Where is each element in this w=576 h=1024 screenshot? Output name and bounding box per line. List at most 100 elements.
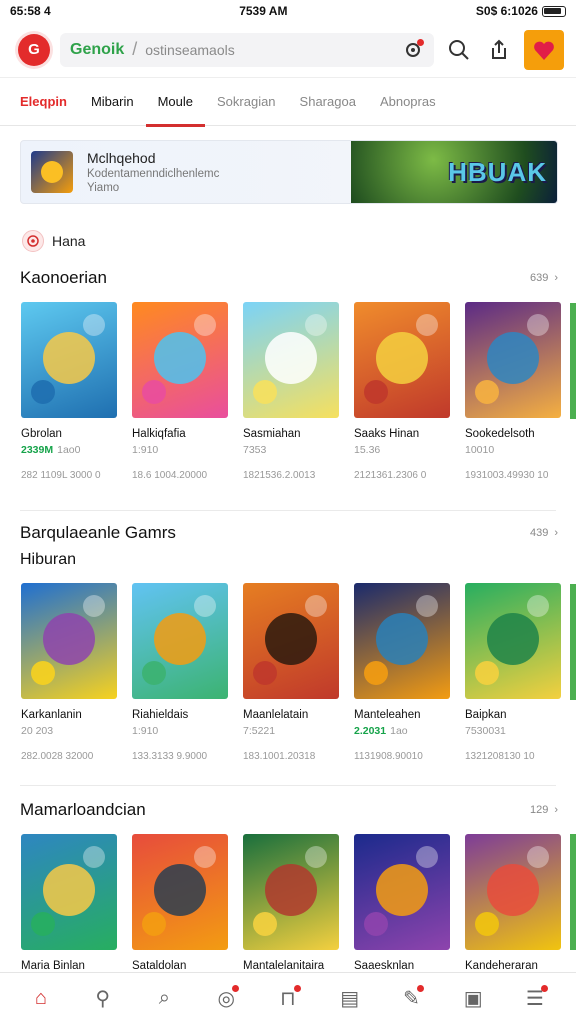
game-thumbnail[interactable] <box>243 834 339 950</box>
section-2: Mamarloandcian 129 › Maria Binlan Sataldolan… <box>0 800 576 972</box>
nav-search-icon[interactable]: ⌕ <box>146 981 182 1017</box>
nav-library-icon[interactable]: ▣ <box>455 981 491 1017</box>
game-stat-secondary: 1:910 <box>132 725 159 737</box>
game-thumbnail[interactable] <box>354 302 450 418</box>
banner-line3: Yiamo <box>87 182 120 194</box>
banner-thumbnail <box>31 151 73 193</box>
game-thumbnail[interactable] <box>465 834 561 950</box>
game-thumbnail[interactable] <box>465 583 561 699</box>
chip-label: Hana <box>52 233 86 249</box>
section-more-link[interactable]: 639 › <box>530 272 558 284</box>
section-1: Barqulaeanle Gamrs 439 › Hiburan Karkanlanin… <box>0 523 576 762</box>
game-card[interactable]: Sookedelsoth 10010 1931003.49930 10 <box>465 302 561 481</box>
game-title: Kandeheraran <box>465 960 538 972</box>
game-meta: 10010 <box>465 444 561 456</box>
tab-2[interactable]: Moule <box>145 78 206 127</box>
next-card-peek <box>570 834 576 950</box>
nav-edit-icon[interactable]: ✎ <box>393 981 429 1017</box>
game-card[interactable]: Riahieldais 1:910 133.3133 9.9000 <box>132 583 228 762</box>
nav-search-alt-icon[interactable]: ⚲ <box>85 981 121 1017</box>
chevron-right-icon: › <box>554 272 558 284</box>
game-card-row: Gbrolan 2339M 1ao0 282 1109L 3000 0 Halkiqfa… <box>0 302 576 481</box>
nav-home-icon[interactable]: ⌂ <box>23 981 59 1017</box>
status-left: 65:58 4 <box>10 4 51 18</box>
game-extra: 282 1109L 3000 0 <box>21 470 101 481</box>
game-meta: 20 203 <box>21 725 117 737</box>
game-thumbnail[interactable] <box>243 583 339 699</box>
game-card[interactable]: Maria Binlan <box>21 834 117 972</box>
game-thumbnail[interactable] <box>354 834 450 950</box>
search-bar[interactable]: Genoik / ostinseamaols <box>60 32 434 67</box>
game-stat-secondary: 7530031 <box>465 725 506 737</box>
game-card[interactable]: Sasmiahan 7353 1821536.2.0013 <box>243 302 339 481</box>
game-card[interactable]: Mantalelanitaira <box>243 834 339 972</box>
game-title: Halkiqfafia <box>132 428 186 440</box>
game-title: Manteleahen <box>354 709 421 721</box>
game-card[interactable]: Maanlelatain 7:5221 183.1001.20318 <box>243 583 339 762</box>
game-title: Riahieldais <box>132 709 189 721</box>
game-meta: 7:5221 <box>243 725 339 737</box>
nav-menu-icon[interactable]: ☰ <box>517 981 553 1017</box>
game-thumbnail[interactable] <box>21 834 117 950</box>
game-thumbnail[interactable] <box>21 583 117 699</box>
notification-badge <box>293 984 301 992</box>
game-extra: 1931003.49930 10 <box>465 470 549 481</box>
game-card[interactable]: Sataldolan <box>132 834 228 972</box>
gift-button[interactable] <box>524 29 564 70</box>
tab-0[interactable]: Eleqpin <box>16 78 79 126</box>
tab-4[interactable]: Sharagoa <box>288 78 368 126</box>
nav-games-icon[interactable]: ◎ <box>208 981 244 1017</box>
app-logo-icon[interactable]: G <box>18 33 50 66</box>
game-card-row: Karkanlanin 20 203 282.0028 32000 Riahielda… <box>0 583 576 762</box>
tab-3[interactable]: Sokragian <box>205 78 288 126</box>
game-card[interactable]: Karkanlanin 20 203 282.0028 32000 <box>21 583 117 762</box>
game-title: Maanlelatain <box>243 709 309 721</box>
banner-subtitle: Kodentamenndiclhenlemc <box>87 168 220 180</box>
voice-search-icon[interactable] <box>402 38 424 61</box>
game-title: Mantalelanitaira <box>243 960 325 972</box>
section-more-link[interactable]: 129 › <box>530 804 558 816</box>
game-card[interactable]: Manteleahen 2.2031 1ao 1131908.90010 <box>354 583 450 762</box>
game-card[interactable]: Kandeheraran <box>465 834 561 972</box>
banner-ad-image[interactable]: HBUAK <box>351 141 557 203</box>
game-card[interactable]: Saaesknlan <box>354 834 450 972</box>
game-card[interactable]: Baipkan 7530031 1321208130 10 <box>465 583 561 762</box>
game-card[interactable]: Halkiqfafia 1:910 18.6 1004.20000 <box>132 302 228 481</box>
next-card-peek <box>570 584 576 700</box>
tab-5[interactable]: Abnopras <box>368 78 448 126</box>
section-divider <box>20 510 556 511</box>
section-header: Barqulaeanle Gamrs 439 › <box>0 523 576 543</box>
banner-info: Mclhqehod Kodentamenndiclhenlemc Yiamo <box>21 141 351 203</box>
chevron-right-icon: › <box>554 527 558 539</box>
category-tabs: Eleqpin Mibarin Moule Sokragian Sharagoa… <box>0 78 576 127</box>
share-icon[interactable] <box>484 35 514 65</box>
game-stat-secondary: 7:5221 <box>243 725 276 737</box>
brand-name: Genoik <box>70 40 125 58</box>
game-thumbnail[interactable] <box>132 302 228 418</box>
search-input[interactable]: ostinseamaols <box>145 42 394 58</box>
game-extra: 2121361.2306 0 <box>354 470 427 481</box>
game-thumbnail[interactable] <box>465 302 561 418</box>
nav-news-icon[interactable]: ▤ <box>332 981 368 1017</box>
section-more-link[interactable]: 439 › <box>530 527 558 539</box>
notification-badge <box>417 984 425 992</box>
game-meta: 2.2031 1ao <box>354 725 450 737</box>
game-title: Karkanlanin <box>21 709 82 721</box>
game-thumbnail[interactable] <box>132 583 228 699</box>
filter-chip[interactable]: Hana <box>22 230 576 252</box>
promo-banner[interactable]: Mclhqehod Kodentamenndiclhenlemc Yiamo H… <box>20 140 558 204</box>
tab-1[interactable]: Mibarin <box>79 78 146 126</box>
game-thumbnail[interactable] <box>354 583 450 699</box>
game-thumbnail[interactable] <box>243 302 339 418</box>
game-thumbnail[interactable] <box>132 834 228 950</box>
section-header: Mamarloandcian 129 › <box>0 800 576 820</box>
game-thumbnail[interactable] <box>21 302 117 418</box>
game-meta: 7530031 <box>465 725 561 737</box>
game-card[interactable]: Gbrolan 2339M 1ao0 282 1109L 3000 0 <box>21 302 117 481</box>
game-extra: 133.3133 9.9000 <box>132 751 208 762</box>
game-card[interactable]: Saaks Hinan 15.36 2121361.2306 0 <box>354 302 450 481</box>
nav-bag-icon[interactable]: ⊓ <box>270 981 306 1017</box>
banner-ad-text: HBUAK <box>448 156 547 187</box>
search-icon[interactable] <box>444 35 474 65</box>
section-title: Barqulaeanle Gamrs <box>20 523 176 542</box>
